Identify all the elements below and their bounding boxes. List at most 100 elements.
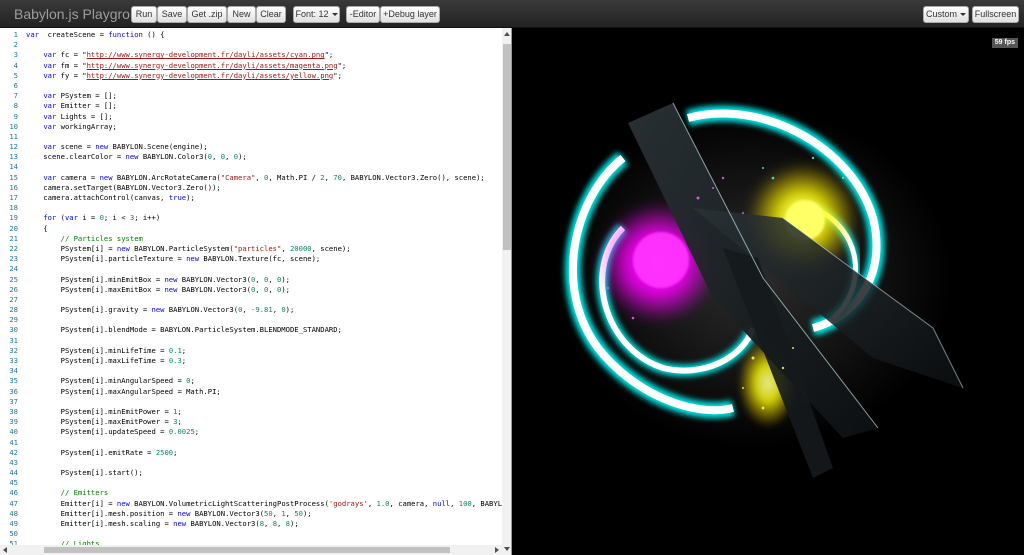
code-line[interactable]: 46 // Emitters bbox=[0, 488, 502, 498]
code-token: camera.attachControl(canvas, bbox=[26, 193, 169, 202]
code-line[interactable]: 34 bbox=[0, 366, 502, 376]
code-line[interactable]: 11 bbox=[0, 132, 502, 142]
render-canvas[interactable]: 59 fps bbox=[513, 28, 1024, 555]
scroll-down-icon[interactable] bbox=[504, 547, 510, 551]
code-token: new bbox=[151, 305, 165, 315]
code-line[interactable]: 18 bbox=[0, 203, 502, 213]
code-line[interactable]: 16 camera.setTarget(BABYLON.Vector3.Zero… bbox=[0, 183, 502, 193]
code-line[interactable]: 5 var fy = "http://www.synergy-developme… bbox=[0, 71, 502, 81]
code-line[interactable]: 10 var workingArray; bbox=[0, 122, 502, 132]
code-token: new bbox=[116, 498, 130, 508]
code-token: // Particles system bbox=[60, 233, 143, 243]
code-line[interactable]: 28 PSystem[i].gravity = new BABYLON.Vect… bbox=[0, 305, 502, 315]
code-token: , bbox=[264, 519, 273, 528]
line-number: 3 bbox=[13, 50, 18, 60]
code-line[interactable]: 48 Emitter[i].mesh.position = new BABYLO… bbox=[0, 509, 502, 519]
code-line[interactable]: 43 bbox=[0, 458, 502, 468]
code-lines[interactable]: 1 var createScene = function () {2 3 var f… bbox=[0, 30, 511, 555]
line-number: 14 bbox=[9, 162, 18, 172]
code-token: var bbox=[43, 91, 57, 101]
new-button[interactable]: New bbox=[227, 6, 256, 23]
code-token: , bbox=[367, 498, 377, 508]
code-line[interactable]: 27 bbox=[0, 295, 502, 305]
code-line[interactable]: 32 PSystem[i].minLifeTime = 0.1; bbox=[0, 346, 502, 356]
code-line[interactable]: 13 scene.clearColor = new BABYLON.Color3… bbox=[0, 152, 502, 162]
code-editor[interactable]: 1 var createScene = function () {2 3 var f… bbox=[0, 28, 512, 555]
code-line[interactable]: 30 PSystem[i].blendMode = BABYLON.Partic… bbox=[0, 325, 502, 335]
font-size-dropdown[interactable]: Font: 12 bbox=[293, 6, 340, 23]
scroll-right-icon[interactable] bbox=[495, 547, 499, 553]
debug-layer-button[interactable]: +Debug layer bbox=[380, 6, 440, 23]
code-token: PSystem[i].emitRate = bbox=[26, 447, 156, 457]
code-line[interactable]: 21 // Particles system bbox=[0, 234, 502, 244]
code-token: Emitter[i].mesh.scaling = bbox=[26, 519, 174, 528]
code-line[interactable]: 1 var createScene = function () { bbox=[0, 30, 502, 40]
code-line[interactable]: 35 PSystem[i].minAngularSpeed = 0; bbox=[0, 376, 502, 386]
code-line[interactable]: 31 bbox=[0, 336, 502, 346]
run-button[interactable]: Run bbox=[131, 6, 157, 23]
code-token: ; bbox=[181, 345, 187, 355]
code-token: new bbox=[164, 274, 178, 284]
code-line[interactable]: 23 PSystem[i].particleTexture = new BABY… bbox=[0, 254, 502, 264]
code-line[interactable]: 25 PSystem[i].minEmitBox = new BABYLON.V… bbox=[0, 275, 502, 285]
code-token: PSystem[i].maxEmitPower = bbox=[26, 417, 174, 427]
code-line[interactable]: 12 var scene = new BABYLON.Scene(engine)… bbox=[0, 142, 502, 152]
line-number: 26 bbox=[9, 284, 18, 294]
code-line[interactable]: 8 var Emitter = []; bbox=[0, 101, 502, 111]
code-token: ; bbox=[181, 356, 187, 365]
code-line[interactable]: 26 PSystem[i].maxEmitBox = new BABYLON.V… bbox=[0, 285, 502, 295]
code-line[interactable]: 45 bbox=[0, 478, 502, 488]
code-line[interactable]: 38 PSystem[i].minEmitPower = 1; bbox=[0, 407, 502, 417]
save-button[interactable]: Save bbox=[157, 6, 187, 23]
code-line[interactable]: 40 PSystem[i].updateSpeed = 0.0025; bbox=[0, 427, 502, 437]
code-line[interactable]: 14 bbox=[0, 162, 502, 172]
code-line[interactable]: 39 PSystem[i].maxEmitPower = 3; bbox=[0, 417, 502, 427]
clear-button[interactable]: Clear bbox=[256, 6, 286, 23]
code-line[interactable]: 29 bbox=[0, 315, 502, 325]
code-line[interactable]: 37 bbox=[0, 397, 502, 407]
scroll-left-icon[interactable] bbox=[3, 547, 7, 553]
editor-vertical-scrollbar[interactable] bbox=[502, 28, 511, 555]
fullscreen-button[interactable]: Fullscreen bbox=[972, 6, 1019, 23]
scroll-up-icon[interactable] bbox=[504, 32, 510, 36]
code-token: ( bbox=[56, 213, 65, 223]
code-line[interactable]: 17 camera.attachControl(canvas, true); bbox=[0, 193, 502, 203]
editor-horizontal-scrollbar[interactable] bbox=[0, 545, 502, 555]
code-line[interactable]: 20 { bbox=[0, 224, 502, 234]
code-line[interactable]: 4 var fm = "http://www.synergy-developme… bbox=[0, 61, 502, 71]
line-number: 1 bbox=[13, 30, 18, 39]
horizontal-scroll-thumb[interactable] bbox=[44, 547, 450, 553]
code-line[interactable]: 2 bbox=[0, 40, 502, 50]
code-line[interactable]: 24 bbox=[0, 264, 502, 274]
line-number: 48 bbox=[9, 508, 18, 518]
custom-dropdown[interactable]: Custom bbox=[923, 6, 969, 23]
code-line[interactable]: 41 bbox=[0, 438, 502, 448]
get-zip-button[interactable]: Get .zip bbox=[187, 6, 227, 23]
code-token: http://www.synergy-development.fr/dayli/… bbox=[86, 50, 325, 60]
code-line[interactable]: 6 bbox=[0, 81, 502, 91]
code-line[interactable]: 49 Emitter[i].mesh.scaling = new BABYLON… bbox=[0, 519, 502, 529]
code-line[interactable]: 42 PSystem[i].emitRate = 2500; bbox=[0, 448, 502, 458]
line-number: 42 bbox=[9, 447, 18, 457]
code-line[interactable]: 36 PSystem[i].maxAngularSpeed = Math.PI; bbox=[0, 387, 502, 397]
hide-editor-button[interactable]: -Editor bbox=[346, 6, 380, 23]
toolbar: Babylon.js Playground Run Save Get .zip … bbox=[0, 0, 1024, 28]
vertical-scroll-thumb[interactable] bbox=[503, 44, 511, 250]
code-text: PSystem[i].maxLifeTime = 0.3; bbox=[26, 356, 187, 366]
code-line[interactable]: 22 PSystem[i] = new BABYLON.ParticleSyst… bbox=[0, 244, 502, 254]
code-line[interactable]: 15 var camera = new BABYLON.ArcRotateCam… bbox=[0, 173, 502, 183]
code-line[interactable]: 47 Emitter[i] = new BABYLON.VolumetricLi… bbox=[0, 498, 511, 509]
code-line[interactable]: 7 var PSystem = []; bbox=[0, 91, 502, 101]
code-line[interactable]: 44 PSystem[i].start(); bbox=[0, 468, 502, 478]
code-line[interactable]: 3 var fc = "http://www.synergy-developme… bbox=[0, 50, 502, 60]
code-line[interactable]: 9 var Lights = []; bbox=[0, 112, 502, 122]
code-text: Emitter[i].mesh.scaling = new BABYLON.Ve… bbox=[26, 519, 299, 529]
code-line[interactable]: 19 for (var i = 0; i < 3; i++) bbox=[0, 213, 502, 223]
code-line[interactable]: 50 bbox=[0, 529, 502, 539]
code-token: createScene = bbox=[38, 30, 109, 39]
code-line[interactable]: 33 PSystem[i].maxLifeTime = 0.3; bbox=[0, 356, 502, 366]
code-token: "; bbox=[333, 70, 342, 80]
